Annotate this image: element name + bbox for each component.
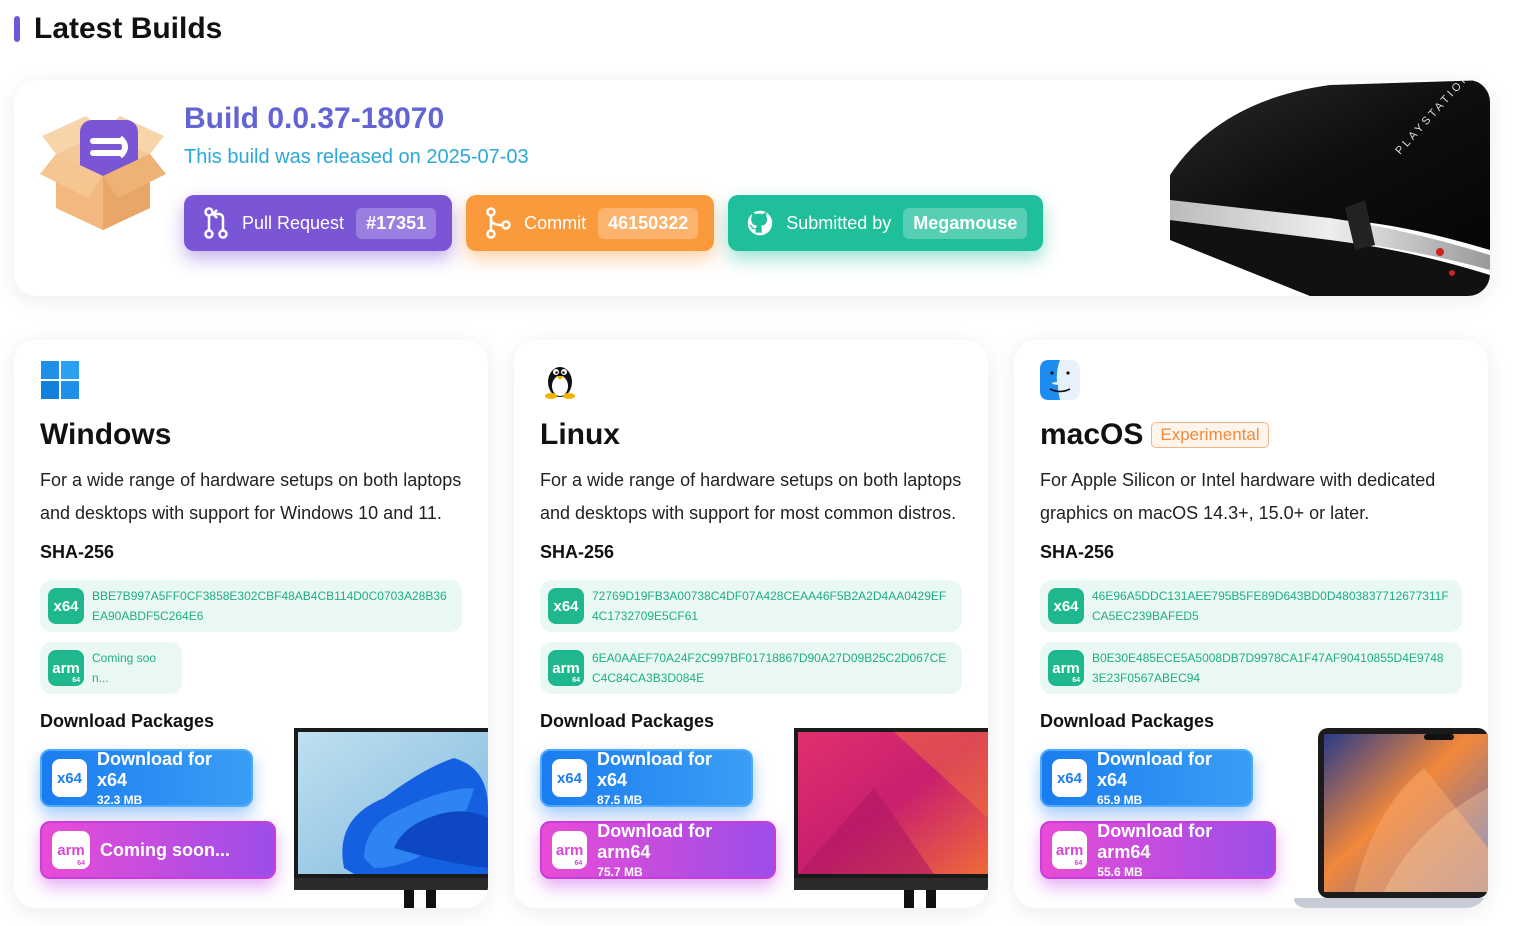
section-header: Latest Builds (14, 12, 222, 46)
download-arm64-label: Download for arm64 (597, 821, 713, 862)
x64-chip-icon: x64 (1048, 588, 1084, 624)
hash-arm64[interactable]: arm 64 6EA0AAEF70A24F2C997BF01718867D90A2… (540, 642, 962, 694)
arm64-icon: arm 64 (1052, 831, 1088, 869)
submitted-by-label: Submitted by (786, 212, 892, 233)
os-description: For Apple Silicon or Intel hardware with… (1040, 470, 1436, 523)
icon-arm-sub: 64 (77, 860, 85, 867)
download-arm64-button[interactable]: arm 64 Download for arm64 75.7 MB (540, 821, 776, 879)
os-name-text: Windows (40, 418, 172, 451)
os-description: For a wide range of hardware setups on b… (40, 470, 462, 523)
x64-icon: x64 (52, 759, 87, 797)
download-packages-title: Download Packages (1040, 711, 1215, 731)
x64-icon: x64 (1052, 759, 1087, 797)
linux-card: Linux For a wide range of hardware setup… (514, 340, 988, 908)
download-x64-label: Download for x64 (1096, 749, 1212, 790)
commit-branch-icon (486, 207, 511, 239)
submitted-by-button[interactable]: Submitted by Megamouse (728, 195, 1044, 251)
finder-icon (1040, 360, 1080, 400)
download-x64-button[interactable]: x64 Download for x64 87.5 MB (540, 749, 753, 807)
pull-request-number: #17351 (356, 207, 437, 239)
section-title: Latest Builds (34, 12, 223, 45)
download-x64-label: Download for x64 (96, 749, 212, 790)
icon-arm-text: arm (555, 841, 584, 859)
os-title: Windows (40, 418, 171, 452)
chip-arm-sub: 64 (1072, 677, 1080, 684)
windows-icon (41, 361, 79, 399)
chip-arm-text: arm (552, 659, 580, 677)
icon-arm-sub: 64 (1074, 860, 1083, 867)
linux-monitor-image (794, 728, 988, 908)
commit-label: Commit (524, 212, 587, 233)
os-name-text: macOS (1040, 418, 1144, 451)
download-arm64-size: 75.7 MB (597, 865, 643, 879)
sha-title: SHA-256 (40, 542, 115, 562)
github-icon (747, 210, 773, 236)
arm64-chip-icon: arm 64 (48, 650, 84, 686)
icon-arm-text: arm (57, 841, 85, 859)
download-x64-size: 87.5 MB (596, 793, 643, 807)
icon-arm-sub: 64 (574, 860, 583, 867)
pull-request-label: Pull Request (242, 212, 345, 233)
arm64-icon: arm 64 (552, 831, 588, 869)
hash-value: 6EA0AAEF70A24F2C997BF01718867D90A27D09B2… (592, 651, 947, 685)
sha-title: SHA-256 (1040, 542, 1115, 562)
x64-chip-icon: x64 (48, 588, 84, 624)
macos-card: macOS Experimental For Apple Silicon or … (1014, 340, 1488, 908)
commit-button[interactable]: Commit 46150322 (466, 195, 715, 251)
download-arm64-button[interactable]: arm 64 Coming soon... (40, 821, 276, 879)
sha-title: SHA-256 (540, 542, 615, 562)
arm64-chip-icon: arm 64 (548, 650, 584, 686)
hash-arm64[interactable]: arm 64 B0E30E485ECE5A5008DB7D9978CA1F47AF… (1040, 642, 1462, 694)
build-title: Build 0.0.37-18070 (184, 102, 445, 135)
os-description: For a wide range of hardware setups on b… (540, 470, 962, 523)
hash-value: 72769D19FB3A00738C4DF07A428CEAA46F5B2A2D… (592, 589, 947, 623)
download-arm64-label: Coming soon... (100, 839, 230, 860)
pull-request-icon (204, 207, 228, 239)
macbook-laptop-image (1294, 728, 1488, 908)
experimental-badge: Experimental (1151, 422, 1269, 448)
chip-arm-text: arm (52, 659, 80, 677)
hash-value: B0E30E485ECE5A5008DB7D9978CA1F47AF904108… (1092, 651, 1444, 685)
chip-arm-sub: 64 (572, 677, 580, 684)
hash-value: BBE7B997A5FF0CF3858E302CBF48AB4CB114D0C0… (92, 589, 447, 623)
download-x64-size: 65.9 MB (1096, 793, 1143, 807)
os-title: macOS Experimental (1040, 418, 1269, 452)
hash-value: 46E96A5DDC131AEE795B5FE89D643BD0D4803837… (1092, 589, 1449, 623)
windows-monitor-image (294, 728, 488, 908)
windows-card: Windows For a wide range of hardware set… (14, 340, 488, 908)
package-box-icon (40, 116, 166, 230)
build-release-date: This build was released on 2025-07-03 (184, 146, 529, 168)
hash-value: Coming soon... (92, 651, 157, 685)
hash-x64[interactable]: x64 BBE7B997A5FF0CF3858E302CBF48AB4CB114… (40, 580, 462, 632)
x64-chip-icon: x64 (548, 588, 584, 624)
download-x64-label: Download for x64 (596, 749, 712, 790)
playstation-console-image: PLAYSTATION 3 (1170, 80, 1490, 296)
icon-arm-text: arm (1055, 841, 1084, 859)
hash-arm64: arm 64 Coming soon... (40, 642, 182, 694)
build-meta-row: Pull Request #17351 Commit 46150322 Subm… (184, 195, 1044, 251)
download-arm64-button[interactable]: arm 64 Download for arm64 55.6 MB (1040, 821, 1276, 879)
arm64-icon: arm 64 (52, 831, 90, 869)
download-arm64-label: Download for arm64 (1097, 821, 1213, 862)
commit-hash: 46150322 (598, 207, 699, 239)
download-packages-title: Download Packages (40, 711, 215, 731)
arm64-chip-icon: arm 64 (1048, 650, 1084, 686)
download-x64-button[interactable]: x64 Download for x64 65.9 MB (1040, 749, 1253, 807)
hash-x64[interactable]: x64 72769D19FB3A00738C4DF07A428CEAA46F5B… (540, 580, 962, 632)
pull-request-button[interactable]: Pull Request #17351 (184, 195, 453, 251)
submitter-name: Megamouse (903, 207, 1028, 239)
hash-x64[interactable]: x64 46E96A5DDC131AEE795B5FE89D643BD0D480… (1040, 580, 1462, 632)
chip-arm-sub: 64 (72, 677, 80, 684)
download-x64-button[interactable]: x64 Download for x64 32.3 MB (40, 749, 253, 807)
os-title: Linux (540, 418, 620, 452)
download-packages-title: Download Packages (540, 711, 715, 731)
x64-icon: x64 (552, 759, 587, 797)
download-x64-size: 32.3 MB (96, 793, 143, 807)
os-name-text: Linux (540, 418, 620, 451)
accent-bar (14, 16, 20, 42)
chip-arm-text: arm (1052, 659, 1080, 677)
tux-penguin-icon (545, 367, 575, 399)
build-card: Build 0.0.37-18070 This build was releas… (14, 80, 1490, 296)
download-arm64-size: 55.6 MB (1097, 865, 1143, 879)
